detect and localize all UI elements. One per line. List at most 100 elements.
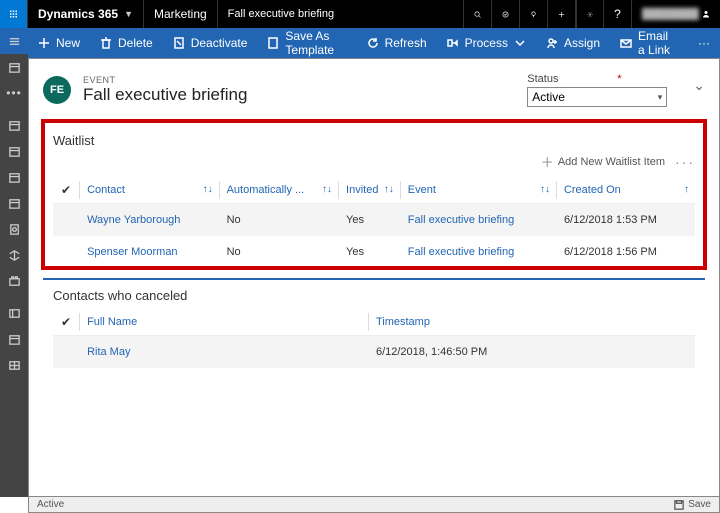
new-label: New xyxy=(56,36,80,50)
product-switcher[interactable]: Dynamics 365 ▼ xyxy=(28,0,144,28)
process-button[interactable]: Process xyxy=(437,28,536,58)
expand-header-button[interactable]: ⌄ xyxy=(693,77,705,94)
user-name[interactable]: ████████ xyxy=(632,0,692,28)
insights-button[interactable] xyxy=(520,0,548,28)
cell-created: 6/12/2018 1:56 PM xyxy=(556,236,695,268)
status-bar: Active Save xyxy=(28,497,720,513)
canceled-panel: Contacts who canceled ✔ Full Name Timest… xyxy=(43,278,705,368)
rail-item-more[interactable]: ••• xyxy=(0,80,28,106)
rail-item-10[interactable] xyxy=(0,352,28,378)
waitlist-title: Waitlist xyxy=(53,133,695,148)
canceled-table: ✔ Full Name Timestamp Rita May 6/12/2018… xyxy=(53,309,695,368)
rail-item-7[interactable] xyxy=(0,268,28,294)
add-button[interactable] xyxy=(548,0,576,28)
select-all-checkbox[interactable]: ✔ xyxy=(53,177,79,204)
settings-button[interactable] xyxy=(576,0,604,28)
contact-link[interactable]: Spenser Moorman xyxy=(79,236,219,268)
global-nav-bar: Dynamics 365 ▼ Marketing Fall executive … xyxy=(0,0,720,28)
col-full-name[interactable]: Full Name xyxy=(79,309,368,336)
event-link[interactable]: Fall executive briefing xyxy=(400,236,556,268)
event-link[interactable]: Fall executive briefing xyxy=(400,204,556,237)
col-created[interactable]: Created On↑ xyxy=(556,177,695,204)
module-name[interactable]: Marketing xyxy=(144,0,218,28)
waitlist-panel: Waitlist ＋Add New Waitlist Item ··· ✔ Co… xyxy=(43,121,705,268)
breadcrumb[interactable]: Fall executive briefing xyxy=(218,0,464,28)
sort-icon: ↑↓ xyxy=(322,184,332,195)
process-label: Process xyxy=(465,36,508,50)
col-contact[interactable]: Contact↑↓ xyxy=(79,177,219,204)
canceled-title: Contacts who canceled xyxy=(53,288,695,303)
rail-item-1[interactable] xyxy=(0,112,28,138)
rail-menu-button[interactable] xyxy=(0,28,28,54)
rail-item-4[interactable] xyxy=(0,190,28,216)
entity-kicker: EVENT xyxy=(83,75,247,85)
rail-item-3[interactable] xyxy=(0,164,28,190)
product-name: Dynamics 365 xyxy=(38,7,118,21)
col-invited[interactable]: Invited↑↓ xyxy=(338,177,400,204)
save-as-template-button[interactable]: Save As Template xyxy=(257,28,356,58)
cell-auto: No xyxy=(219,236,338,268)
sort-icon: ↑↓ xyxy=(384,184,394,195)
left-nav-rail: ••• xyxy=(0,28,28,497)
record-badge: FE xyxy=(43,76,71,104)
contact-link[interactable]: Wayne Yarborough xyxy=(79,204,219,237)
app-launcher-button[interactable] xyxy=(0,0,28,28)
sort-icon: ↑↓ xyxy=(540,184,550,195)
table-row[interactable]: Wayne Yarborough No Yes Fall executive b… xyxy=(53,204,695,237)
record-status-text: Active xyxy=(37,499,64,510)
table-row[interactable]: Rita May 6/12/2018, 1:46:50 PM xyxy=(53,336,695,369)
rail-item-recent[interactable] xyxy=(0,54,28,80)
help-button[interactable]: ? xyxy=(604,0,632,28)
sort-icon: ↑↓ xyxy=(203,184,213,195)
col-event[interactable]: Event↑↓ xyxy=(400,177,556,204)
rail-item-2[interactable] xyxy=(0,138,28,164)
page-title: Fall executive briefing xyxy=(83,85,247,105)
saveas-label: Save As Template xyxy=(285,29,346,57)
status-select[interactable]: Active ▾ xyxy=(527,87,667,107)
command-bar: New Delete Deactivate Save As Template R… xyxy=(0,28,720,58)
col-timestamp[interactable]: Timestamp xyxy=(368,309,695,336)
email-label: Email a Link xyxy=(638,29,678,57)
assign-label: Assign xyxy=(564,36,600,50)
rail-item-6[interactable] xyxy=(0,242,28,268)
refresh-button[interactable]: Refresh xyxy=(357,28,437,58)
add-waitlist-item-button[interactable]: ＋Add New Waitlist Item xyxy=(541,152,665,171)
cell-invited: Yes xyxy=(338,236,400,268)
status-label: Status xyxy=(527,73,577,85)
rail-item-5[interactable] xyxy=(0,216,28,242)
col-auto[interactable]: Automatically ...↑↓ xyxy=(219,177,338,204)
delete-button[interactable]: Delete xyxy=(90,28,163,58)
sort-icon: ↑ xyxy=(684,184,689,195)
waitlist-more-button[interactable]: ··· xyxy=(675,154,695,170)
deactivate-button[interactable]: Deactivate xyxy=(163,28,258,58)
deactivate-label: Deactivate xyxy=(191,36,248,50)
table-row[interactable]: Spenser Moorman No Yes Fall executive br… xyxy=(53,236,695,268)
more-commands-button[interactable]: ··· xyxy=(688,28,720,58)
task-button[interactable] xyxy=(492,0,520,28)
page-body: FE EVENT Fall executive briefing Status *… xyxy=(28,58,720,497)
save-label: Save xyxy=(688,499,711,510)
delete-label: Delete xyxy=(118,36,153,50)
waitlist-table: ✔ Contact↑↓ Automatically ...↑↓ Invited↑… xyxy=(53,177,695,268)
cell-timestamp: 6/12/2018, 1:46:50 PM xyxy=(368,336,695,369)
chevron-down-icon: ▾ xyxy=(658,92,663,103)
status-field: Status * Active ▾ xyxy=(527,73,667,107)
search-button[interactable] xyxy=(464,0,492,28)
add-waitlist-label: Add New Waitlist Item xyxy=(558,156,665,168)
rail-item-9[interactable] xyxy=(0,326,28,352)
save-button[interactable]: Save xyxy=(674,499,711,510)
select-all-checkbox[interactable]: ✔ xyxy=(53,309,79,336)
contact-link[interactable]: Rita May xyxy=(79,336,368,369)
status-value: Active xyxy=(532,90,565,104)
cell-created: 6/12/2018 1:53 PM xyxy=(556,204,695,237)
cell-invited: Yes xyxy=(338,204,400,237)
required-indicator: * xyxy=(617,73,621,85)
cell-auto: No xyxy=(219,204,338,237)
new-button[interactable]: New xyxy=(28,28,90,58)
chevron-down-icon: ▼ xyxy=(124,9,133,19)
assign-button[interactable]: Assign xyxy=(536,28,610,58)
refresh-label: Refresh xyxy=(385,36,427,50)
email-link-button[interactable]: Email a Link xyxy=(610,28,688,58)
rail-item-8[interactable] xyxy=(0,300,28,326)
record-header: FE EVENT Fall executive briefing Status *… xyxy=(43,73,705,107)
